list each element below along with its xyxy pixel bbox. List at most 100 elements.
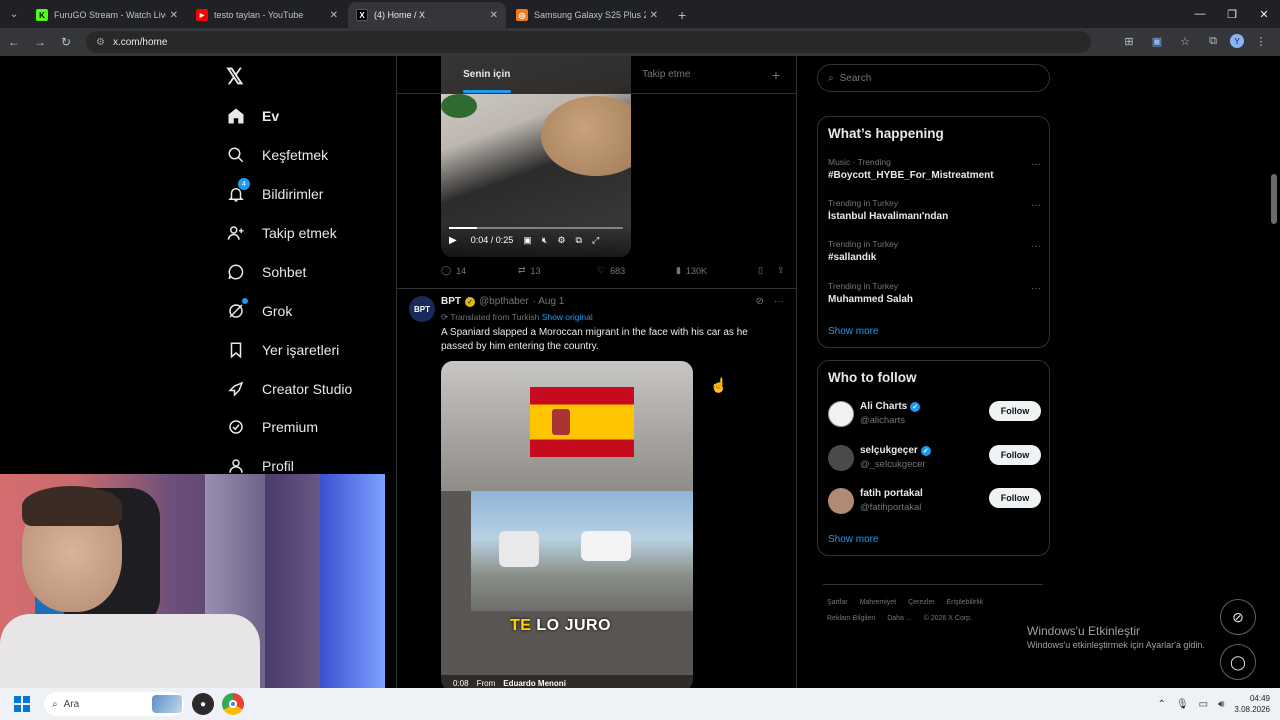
bookmark-icon[interactable]: ▯ xyxy=(758,265,763,276)
nav-item-premium[interactable]: Premium xyxy=(226,412,318,442)
show-more-link[interactable]: Show more xyxy=(828,326,879,337)
chrome-taskbar-icon[interactable] xyxy=(222,693,244,715)
more-options-icon[interactable]: ··· xyxy=(1031,159,1041,170)
tab-search-chevron-icon[interactable]: ⌄ xyxy=(0,0,28,28)
tab-for-you[interactable]: Senin için xyxy=(397,56,577,93)
close-tab-icon[interactable]: ✕ xyxy=(330,10,338,21)
new-tab-button[interactable]: + xyxy=(668,2,696,28)
post-video-player[interactable]: TE LO JURO 0:08 From Eduardo Menoni xyxy=(441,361,693,688)
nav-item-bookmarks[interactable]: Yer işaretleri xyxy=(226,335,339,365)
more-options-icon[interactable]: ··· xyxy=(1031,241,1041,252)
more-options-icon[interactable]: ··· xyxy=(1031,283,1041,294)
extensions-puzzle-icon[interactable]: ⧉ xyxy=(1202,30,1224,52)
back-arrow-icon[interactable]: ← xyxy=(2,30,26,54)
nav-item-notifications[interactable]: 4 Bildirimler xyxy=(226,178,323,209)
grok-floating-button[interactable]: ⊘ xyxy=(1220,599,1256,635)
browser-tab-3[interactable]: ◎ Samsung Galaxy S25 Plus 256 G ✕ xyxy=(508,2,666,28)
close-tab-icon[interactable]: ✕ xyxy=(170,10,178,21)
search-input[interactable]: ⌕ Search xyxy=(817,64,1050,92)
post-header: BPT ✓ @bpthaber · Aug 1 xyxy=(441,296,564,307)
minimize-icon[interactable]: — xyxy=(1184,0,1216,28)
microphone-icon[interactable]: 🎙︎ xyxy=(1176,699,1189,710)
fullscreen-icon[interactable]: ⤢ xyxy=(592,235,599,246)
close-tab-icon[interactable]: ✕ xyxy=(490,10,498,21)
nav-item-home[interactable]: Ev xyxy=(226,101,279,131)
browser-tab-2[interactable]: X (4) Home / X ✕ xyxy=(348,2,506,28)
page-scrollbar[interactable] xyxy=(1268,56,1280,688)
trend-item[interactable]: Trending in Turkey Muhammed Salah ··· xyxy=(828,281,1043,305)
add-timeline-plus-icon[interactable]: + xyxy=(756,56,796,93)
nav-item-grok[interactable]: Grok xyxy=(226,296,292,326)
avatar[interactable] xyxy=(828,445,854,471)
reply-button[interactable]: ◯ 14 xyxy=(441,265,518,276)
taskbar-clock[interactable]: 04:49 3.08.2026 xyxy=(1234,693,1270,715)
x-logo-icon[interactable]: 𝕏 xyxy=(226,64,256,94)
search-icon xyxy=(226,145,246,165)
tray-chevron-icon[interactable]: ⌃ xyxy=(1158,699,1166,710)
footer-link[interactable]: Erişilebilirlik xyxy=(947,599,984,606)
nav-item-creator-studio[interactable]: Creator Studio xyxy=(226,374,352,404)
show-more-link[interactable]: Show more xyxy=(828,534,879,545)
nav-item-chat[interactable]: Sohbet xyxy=(226,257,306,287)
post-date[interactable]: · Aug 1 xyxy=(533,296,565,307)
footer-link[interactable]: Daha ... xyxy=(887,615,912,622)
nav-item-follow[interactable]: Takip etmek xyxy=(226,218,337,248)
bookmark-star-icon[interactable]: ☆ xyxy=(1174,30,1196,52)
restore-icon[interactable]: ❐ xyxy=(1216,0,1248,28)
follow-button[interactable]: Follow xyxy=(989,488,1041,508)
share-icon[interactable]: ⇪ xyxy=(777,265,785,276)
author-name[interactable]: BPT xyxy=(441,296,461,307)
taskbar-app-icon[interactable]: ● xyxy=(192,693,214,715)
play-icon[interactable]: ▶ xyxy=(449,235,457,246)
close-tab-icon[interactable]: ✕ xyxy=(650,10,658,21)
more-options-icon[interactable]: ··· xyxy=(774,296,784,307)
follow-button[interactable]: Follow xyxy=(989,401,1041,421)
windows-start-icon[interactable] xyxy=(14,696,30,712)
from-name[interactable]: Eduardo Menoni xyxy=(503,679,566,688)
messages-floating-button[interactable]: ◯ xyxy=(1220,644,1256,680)
views-button[interactable]: ▮ 130K xyxy=(676,265,758,276)
mute-icon[interactable]: 🔇︎ xyxy=(542,235,548,246)
scrollbar-thumb[interactable] xyxy=(1271,174,1277,224)
reload-icon[interactable]: ↻ xyxy=(54,30,78,54)
trend-item[interactable]: Music · Trending #Boycott_HYBE_For_Mistr… xyxy=(828,157,1043,181)
follow-suggestion[interactable]: fatih portakal @fatihportakal Follow xyxy=(828,488,1041,524)
translate-icon[interactable]: ⊞ xyxy=(1118,30,1140,52)
author-handle[interactable]: @bpthaber xyxy=(479,296,529,307)
footer-link[interactable]: Reklam Bilgileri xyxy=(827,615,875,622)
extension-active-icon[interactable]: ▣ xyxy=(1146,30,1168,52)
show-original-link[interactable]: Show original xyxy=(542,312,593,322)
site-info-icon[interactable]: ⚙ xyxy=(96,37,105,48)
browser-menu-icon[interactable]: ⋮ xyxy=(1250,30,1272,52)
volume-icon[interactable]: 🔊︎ xyxy=(1218,699,1224,710)
tab-following[interactable]: Takip etme xyxy=(577,56,757,93)
network-icon[interactable]: ▭ xyxy=(1199,699,1208,710)
picture-in-picture-icon[interactable]: ⧉ xyxy=(576,235,582,246)
more-options-icon[interactable]: ··· xyxy=(1031,200,1041,211)
settings-icon[interactable]: ⚙ xyxy=(557,235,565,246)
follow-suggestion[interactable]: Ali Charts ✓ @alicharts Follow xyxy=(828,401,1041,437)
grok-icon[interactable]: ⊘ xyxy=(756,296,764,307)
trend-item[interactable]: Trending in Turkey #sallandık ··· xyxy=(828,239,1043,263)
follow-button[interactable]: Follow xyxy=(989,445,1041,465)
avatar[interactable] xyxy=(828,401,854,427)
like-button[interactable]: ♡ 683 xyxy=(597,265,676,276)
taskbar-search-input[interactable]: ⌕ Ara xyxy=(44,692,184,716)
nav-item-explore[interactable]: Keşfetmek xyxy=(226,140,328,170)
footer-link[interactable]: Çerezler xyxy=(908,599,934,606)
footer-link[interactable]: Şartlar xyxy=(827,599,848,606)
avatar[interactable]: BPT xyxy=(409,296,435,322)
captions-icon[interactable]: ▣ xyxy=(523,235,532,246)
avatar[interactable] xyxy=(828,488,854,514)
footer-link[interactable]: Mahremiyet xyxy=(860,599,897,606)
profile-avatar-icon[interactable]: Y xyxy=(1230,34,1244,48)
address-bar[interactable]: ⚙ x.com/home xyxy=(86,31,1091,53)
browser-tab-0[interactable]: K FuruGO Stream - Watch Live o ✕ xyxy=(28,2,186,28)
repost-button[interactable]: ⇄ 13 xyxy=(518,265,597,276)
browser-tab-1[interactable]: ▶ testo taylan - YouTube ✕ xyxy=(188,2,346,28)
follow-suggestion[interactable]: selçukgeçer ✓ @_selcukgecer Follow xyxy=(828,445,1041,481)
forward-arrow-icon[interactable]: → xyxy=(28,30,52,54)
close-window-icon[interactable]: ✕ xyxy=(1248,0,1280,28)
trend-item[interactable]: Trending in Turkey İstanbul Havalimanı'n… xyxy=(828,198,1043,222)
video-progress-bar[interactable] xyxy=(449,227,623,229)
